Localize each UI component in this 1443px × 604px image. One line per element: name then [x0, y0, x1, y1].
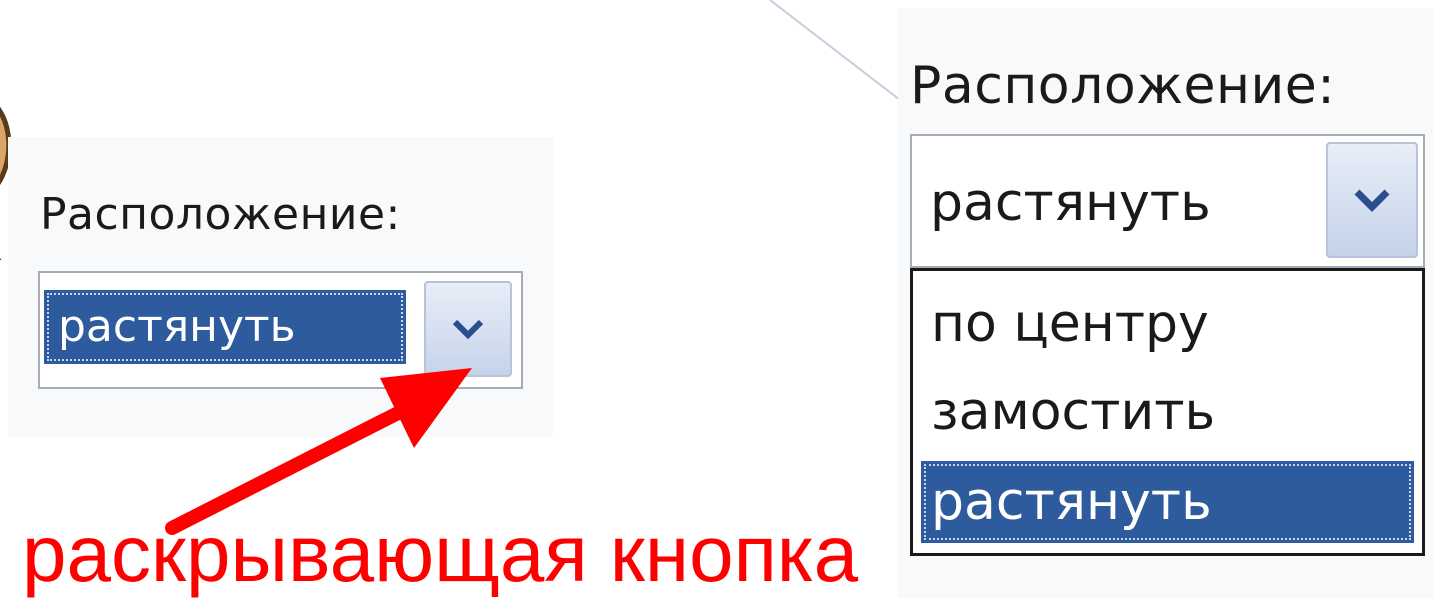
combobox-selected-value[interactable]: растянуть	[930, 166, 1211, 240]
dropdown-option-highlighted[interactable]: растянуть	[921, 461, 1414, 543]
closed-combobox-panel: Расположение: растянуть	[8, 137, 553, 437]
dropdown-option[interactable]: замостить	[921, 371, 1414, 453]
dropdown-button[interactable]	[1326, 142, 1418, 258]
position-combobox[interactable]: растянуть	[38, 271, 523, 389]
position-label: Расположение:	[910, 56, 1336, 116]
caption-text: раскрывающая кнопка	[22, 509, 859, 598]
open-combobox-panel: Расположение: растянуть по центру замост…	[898, 8, 1433, 598]
chevron-down-icon	[452, 319, 484, 340]
dropdown-list: по центру замостить растянуть	[910, 268, 1425, 556]
position-combobox[interactable]: растянуть	[910, 134, 1425, 268]
dropdown-button[interactable]	[424, 281, 512, 377]
position-label: Расположение:	[40, 189, 401, 240]
combobox-selected-value[interactable]: растянуть	[44, 290, 406, 364]
dropdown-option[interactable]: по центру	[921, 283, 1414, 365]
chevron-down-icon	[1354, 189, 1390, 212]
